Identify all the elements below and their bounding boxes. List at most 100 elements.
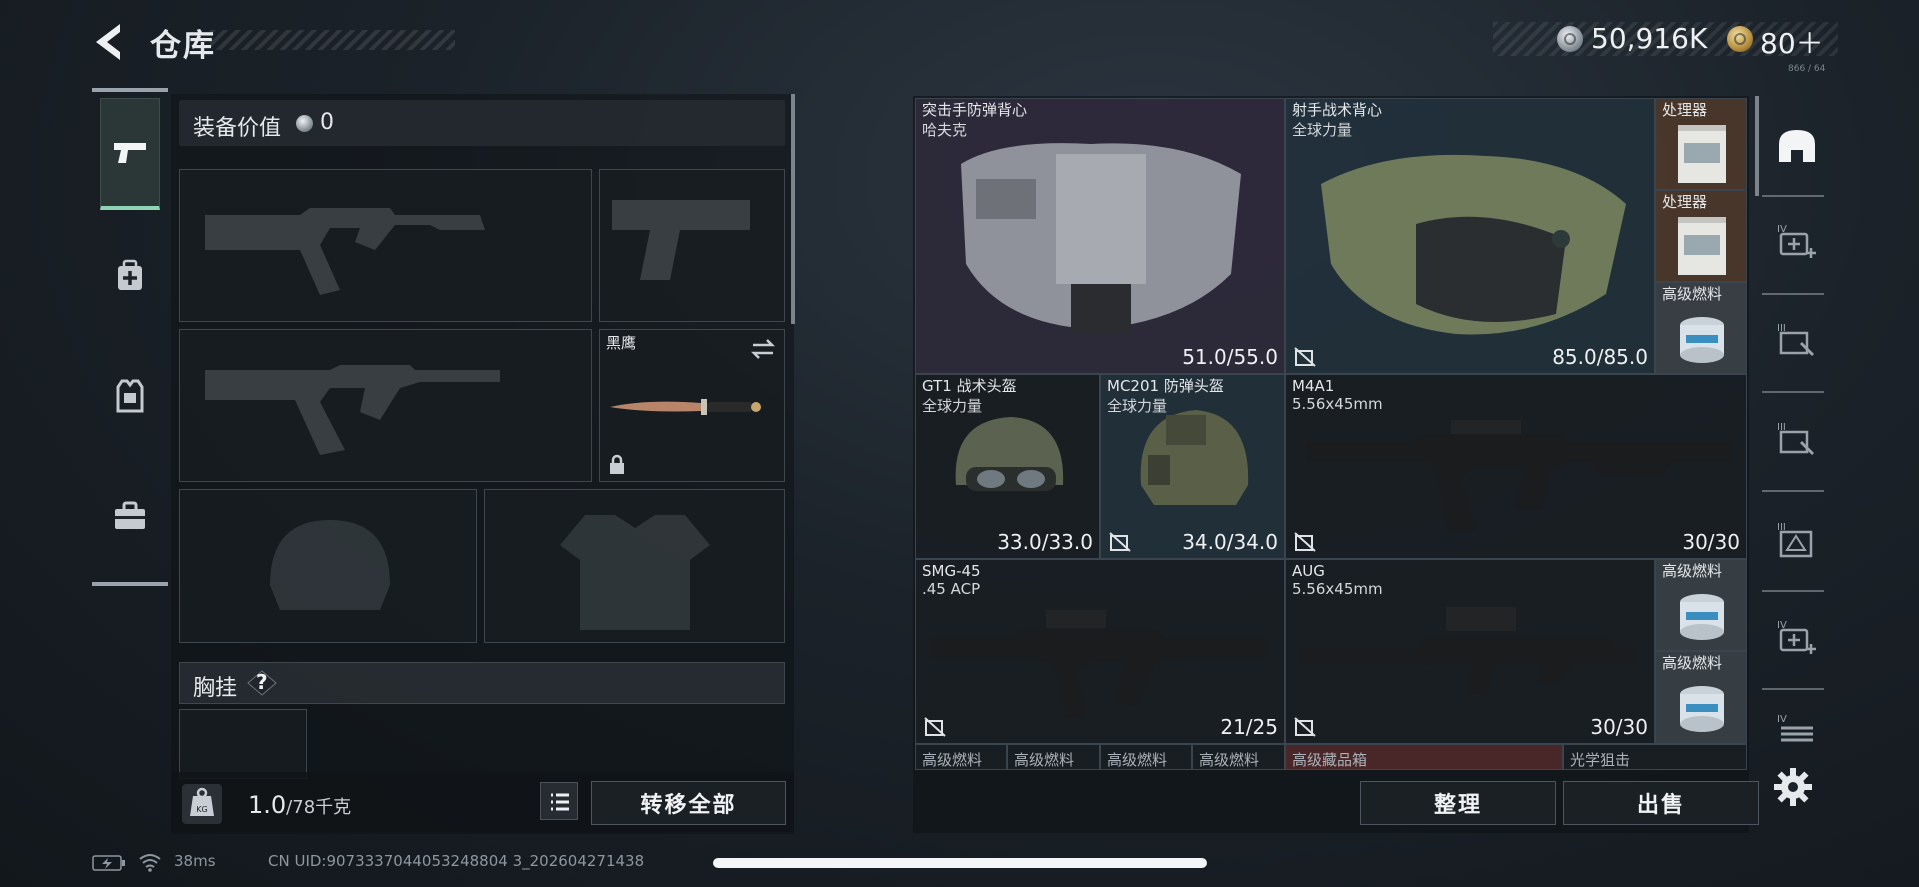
grid-item-smg45[interactable]: SMG-45 .45 ACP 21/25 [915, 559, 1285, 744]
item-name: 高级藏品箱 [1292, 751, 1368, 769]
grid-item-partial[interactable]: 高级燃料 [1100, 744, 1192, 770]
no-sell-icon [924, 717, 946, 737]
item-name: SMG-45 [922, 562, 981, 580]
grid-item-premium-fuel[interactable]: 高级燃料 [1655, 559, 1747, 651]
chest-rig-label: 胸挂 [193, 676, 238, 701]
melee-slot[interactable]: 黑鹰 [599, 329, 785, 482]
filter-tier-iii-armor[interactable]: III [1769, 510, 1825, 566]
tier-iv-medkit-icon: IV [1777, 620, 1816, 654]
grid-item-processor[interactable]: 处理器 [1655, 98, 1747, 190]
back-button[interactable] [90, 20, 130, 64]
transfer-all-button[interactable]: 转移全部 [591, 781, 786, 825]
secondary-weapon-slot[interactable] [179, 329, 592, 482]
filter-divider [1762, 688, 1824, 690]
item-sub: 哈夫克 [922, 121, 968, 139]
grid-item-mc201-helmet[interactable]: MC201 防弹头盔 全球力量 34.0/34.0 [1100, 374, 1285, 559]
sell-button[interactable]: 出售 [1563, 781, 1759, 825]
grid-item-premium-fuel[interactable]: 高级燃料 [1655, 282, 1747, 374]
knife-name: 黑鹰 [606, 334, 637, 352]
tier-iii-armor-icon: III [1777, 522, 1813, 558]
filter-tier-iii-repair[interactable]: III [1769, 311, 1825, 367]
weight-readout: 1.0/78千克 [248, 791, 351, 819]
grid-item-aug[interactable]: AUG 5.56x45mm 30/30 [1285, 559, 1655, 744]
filter-helmet[interactable] [1769, 118, 1825, 174]
helmet-icon [1779, 130, 1815, 162]
item-name: M4A1 [1292, 377, 1335, 395]
rifle-silhouette-icon [205, 365, 500, 455]
pistol-slot[interactable] [599, 169, 785, 322]
home-indicator[interactable] [713, 858, 1207, 868]
filter-divider [1762, 293, 1824, 295]
item-sub: 全球力量 [1292, 121, 1353, 139]
grid-scrollbar[interactable] [1755, 96, 1759, 196]
item-sub: 5.56x45mm [1292, 395, 1383, 413]
chest-rig-slot[interactable] [179, 709, 307, 779]
top-header: 仓库 50,916K 80＋ 866 / 64 [0, 0, 1919, 80]
filter-divider [1762, 490, 1824, 492]
grid-item-m4a1[interactable]: M4A1 5.56x45mm 30/30 [1285, 374, 1747, 559]
help-button[interactable]: ? [247, 670, 277, 696]
list-view-button[interactable] [540, 782, 578, 820]
swap-icon[interactable] [750, 338, 776, 360]
tab-weapon[interactable] [100, 98, 160, 210]
item-name: MC201 防弹头盔 [1107, 377, 1224, 395]
equip-scrollbar[interactable] [791, 94, 795, 324]
tab-medical[interactable] [100, 220, 160, 332]
grid-item-marksman-vest[interactable]: 射手战术背心 全球力量 85.0/85.0 [1285, 98, 1655, 374]
grid-item-partial[interactable]: 高级燃料 [915, 744, 1007, 770]
item-name: 高级燃料 [1199, 751, 1260, 769]
item-durability: 30/30 [1682, 530, 1740, 554]
knife-image [610, 399, 761, 415]
armor-vest-image [961, 143, 1241, 334]
tier-iv-ammo-icon: IV [1777, 714, 1813, 742]
organize-button[interactable]: 整理 [1360, 781, 1556, 825]
silver-coin-icon [1557, 26, 1583, 52]
armor-silhouette-icon [560, 515, 710, 630]
helmet-image [955, 417, 1064, 491]
filter-tier-iii-repair[interactable]: III [1769, 410, 1825, 466]
filter-tier-iv-ammo[interactable]: IV [1769, 702, 1825, 758]
grid-item-partial[interactable]: 高级藏品箱 [1285, 744, 1563, 770]
item-name: 光学狙击 [1570, 751, 1631, 769]
gold-amount[interactable]: 80＋ [1760, 22, 1824, 62]
processor-image [1678, 125, 1726, 183]
grid-item-partial[interactable]: 高级燃料 [1007, 744, 1100, 770]
item-name: 处理器 [1662, 101, 1708, 119]
processor-image [1678, 217, 1726, 275]
no-sell-icon [1294, 717, 1316, 737]
rifle-silhouette-icon [205, 208, 485, 295]
armor-slot[interactable] [484, 489, 785, 643]
grid-item-gt1-helmet[interactable]: GT1 战术头盔 全球力量 33.0/33.0 [915, 374, 1100, 559]
medkit-bag-icon [118, 259, 142, 290]
tab-toolbox[interactable] [100, 460, 160, 572]
item-durability: 85.0/85.0 [1552, 345, 1648, 369]
settings-button[interactable] [1772, 766, 1814, 808]
item-name: 高级燃料 [1662, 285, 1723, 303]
tab-vest[interactable] [100, 340, 160, 452]
helmet-silhouette-icon [270, 520, 390, 610]
gear-icon [1774, 768, 1812, 806]
pistol-silhouette-icon [612, 200, 750, 280]
fuel-can-image [1680, 594, 1724, 640]
fuel-can-image [1680, 317, 1724, 363]
filter-tier-iv-medkit[interactable]: IV [1769, 608, 1825, 664]
grid-item-partial[interactable]: 高级燃料 [1192, 744, 1285, 770]
item-sub: .45 ACP [922, 580, 981, 598]
ping-readout: 38ms [174, 852, 216, 870]
grid-item-partial[interactable]: 光学狙击 [1563, 744, 1747, 770]
back-arrow-icon [96, 24, 120, 60]
toolbox-icon [115, 501, 145, 529]
grid-item-premium-fuel[interactable]: 高级燃料 [1655, 651, 1747, 744]
gold-coin-icon [1727, 26, 1753, 52]
tab-bracket-bottom [92, 582, 168, 586]
item-sub: 全球力量 [1107, 397, 1168, 415]
helmet-slot[interactable] [179, 489, 477, 643]
primary-weapon-slot[interactable] [179, 169, 592, 322]
grid-item-assault-vest[interactable]: 突击手防弹背心 哈夫克 51.0/55.0 [915, 98, 1285, 374]
list-icon [551, 793, 569, 811]
grid-item-processor[interactable]: 处理器 [1655, 190, 1747, 282]
title-decoration [210, 30, 455, 50]
armor-vest-image [1321, 154, 1626, 335]
filter-tier-iv-medkit[interactable]: IV [1769, 212, 1825, 268]
filter-divider [1762, 195, 1824, 197]
